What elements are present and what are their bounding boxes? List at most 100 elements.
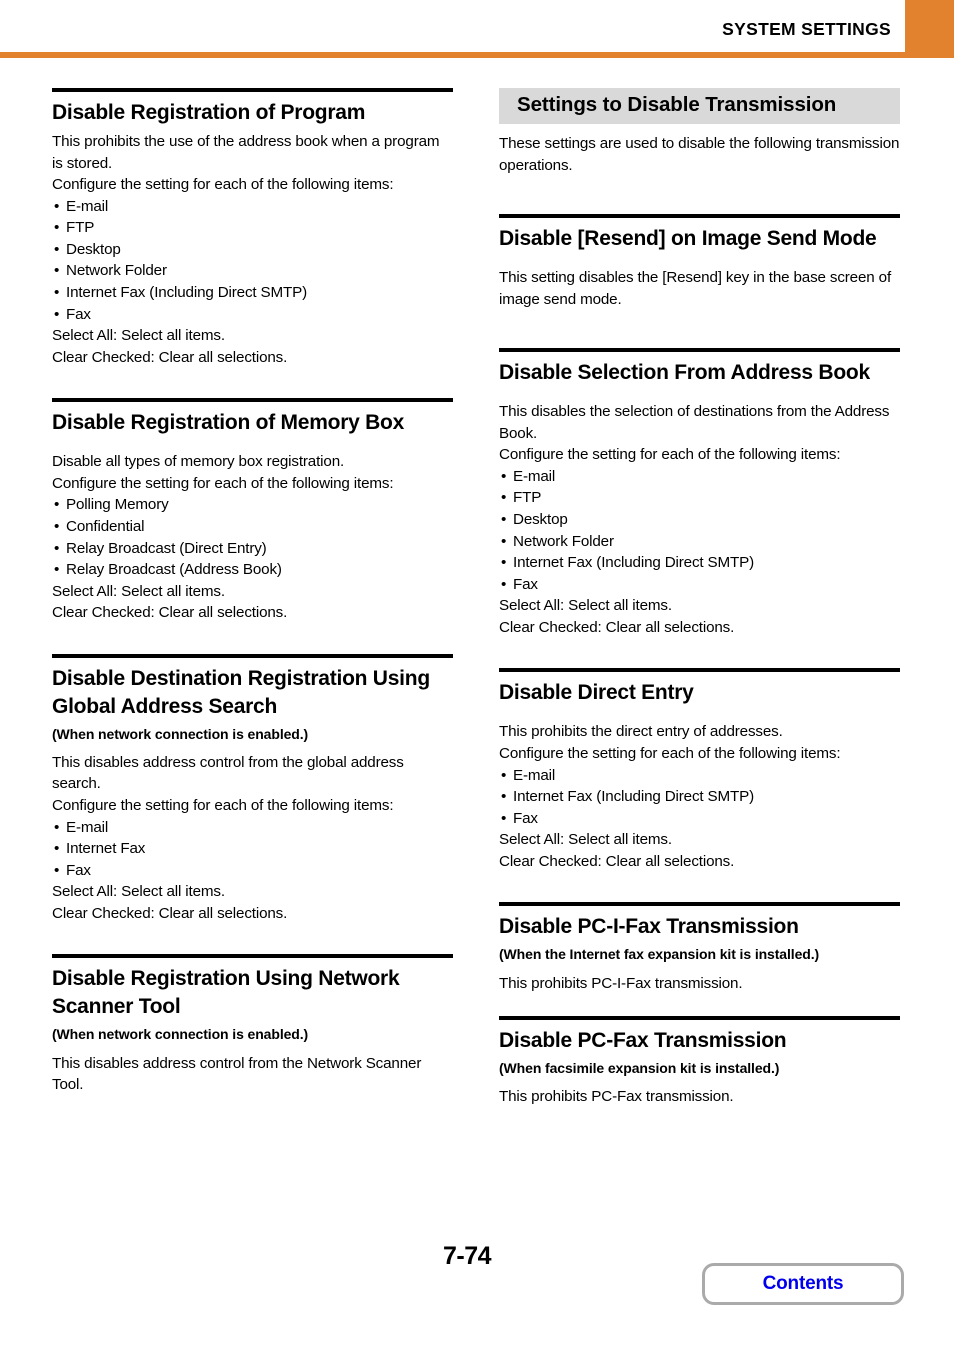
section-bullet-list: E-mail FTP Desktop Network Folder Intern… — [52, 196, 453, 325]
page-number: 7-74 — [443, 1242, 492, 1270]
section-rule — [499, 1016, 900, 1021]
section-heading: Disable PC-Fax Transmission — [499, 1029, 787, 1053]
list-item: Fax — [52, 860, 453, 882]
list-item: Fax — [52, 304, 453, 326]
section-paragraph: Configure the setting for each of the fo… — [52, 176, 394, 194]
section-paragraph: This setting disables the [Resend] key i… — [499, 269, 892, 308]
section-footer-note: Clear Checked: Clear all selections. — [499, 618, 735, 636]
section-paragraph: This disables the selection of destinati… — [499, 403, 890, 442]
heading-gap — [499, 257, 900, 267]
section-disable-direct-entry: Disable Direct Entry This prohibits the … — [499, 668, 900, 872]
section-bullet-list: Polling Memory Confidential Relay Broadc… — [52, 494, 453, 580]
header-accent-rule — [0, 52, 954, 58]
section-footer-note: Select All: Select all items. — [52, 883, 225, 901]
section-paragraph: This disables address control from the g… — [52, 753, 404, 793]
section-paragraph: Disable all types of memory box registra… — [52, 453, 345, 471]
section-rule — [499, 214, 900, 219]
list-item: E-mail — [499, 765, 900, 787]
section-heading: Disable Direct Entry — [499, 681, 694, 705]
heading-gap — [499, 391, 900, 401]
section-paragraph: This prohibits the use of the address bo… — [52, 132, 440, 172]
section-bullet-list: E-mail Internet Fax Fax — [52, 817, 453, 882]
group-banner-title: Settings to Disable Transmission — [517, 93, 837, 116]
section-heading: Disable PC-I-Fax Transmission — [499, 915, 799, 939]
section-disable-resend-on-image-send-mode: Disable [Resend] on Image Send Mode This… — [499, 214, 900, 310]
section-disable-registration-network-scanner-tool: Disable Registration Using Network Scann… — [52, 954, 453, 1095]
contents-button[interactable]: Contents — [702, 1263, 904, 1305]
list-item: E-mail — [499, 466, 900, 488]
section-rule — [52, 398, 453, 403]
list-item: Polling Memory — [52, 494, 453, 516]
section-footer-note: Clear Checked: Clear all selections. — [52, 904, 288, 922]
section-bullet-list: E-mail FTP Desktop Network Folder Intern… — [499, 466, 900, 595]
section-subheading: (When network connection is enabled.) — [52, 725, 309, 742]
list-item: Internet Fax (Including Direct SMTP) — [499, 552, 900, 574]
section-disable-pc-fax-transmission: Disable PC-Fax Transmission (When facsim… — [499, 1016, 900, 1108]
list-item: Fax — [499, 574, 900, 596]
section-disable-registration-of-memory-box: Disable Registration of Memory Box Disab… — [52, 398, 453, 624]
section-footer-note: Clear Checked: Clear all selections. — [52, 348, 288, 366]
section-paragraph: Configure the setting for each of the fo… — [52, 797, 394, 815]
header-accent-tab — [905, 0, 954, 52]
section-bullet-list: E-mail Internet Fax (Including Direct SM… — [499, 765, 900, 830]
list-item: FTP — [52, 217, 453, 239]
list-item: Relay Broadcast (Address Book) — [52, 559, 453, 581]
section-disable-pc-i-fax-transmission: Disable PC-I-Fax Transmission (When the … — [499, 902, 900, 994]
section-heading: Disable Registration of Memory Box — [52, 411, 405, 435]
list-item: Relay Broadcast (Direct Entry) — [52, 538, 453, 560]
section-paragraph: Configure the setting for each of the fo… — [499, 446, 841, 464]
section-rule — [499, 902, 900, 907]
list-item: Internet Fax (Including Direct SMTP) — [499, 786, 900, 808]
group-banner: Settings to Disable Transmission — [499, 88, 900, 124]
list-item: Internet Fax (Including Direct SMTP) — [52, 282, 453, 304]
heading-gap — [499, 711, 900, 721]
section-paragraph: This disables address control from the N… — [52, 1054, 422, 1094]
section-paragraph: Configure the setting for each of the fo… — [52, 474, 394, 492]
section-rule — [52, 88, 453, 92]
section-footer-note: Clear Checked: Clear all selections. — [499, 852, 735, 870]
section-paragraph: This prohibits PC-I-Fax transmission. — [499, 974, 743, 992]
document-page: SYSTEM SETTINGS Disable Registration of … — [0, 0, 954, 1350]
list-item: Internet Fax — [52, 838, 453, 860]
section-footer-note: Select All: Select all items. — [499, 597, 672, 615]
section-rule — [52, 954, 453, 959]
section-paragraph: This prohibits PC-Fax transmission. — [499, 1088, 734, 1106]
list-item: Confidential — [52, 516, 453, 538]
right-column: Settings to Disable Transmission These s… — [499, 88, 900, 1108]
left-column: Disable Registration of Program This pro… — [52, 88, 453, 1096]
section-footer-note: Select All: Select all items. — [52, 582, 225, 600]
page-header: SYSTEM SETTINGS — [0, 0, 954, 58]
section-footer-note: Select All: Select all items. — [52, 327, 225, 345]
list-item: Desktop — [499, 509, 900, 531]
section-subheading: (When facsimile expansion kit is install… — [499, 1060, 780, 1077]
section-rule — [499, 668, 900, 673]
section-paragraph: Configure the setting for each of the fo… — [499, 744, 841, 762]
list-item: E-mail — [52, 196, 453, 218]
section-disable-destination-registration: Disable Destination Registration Using G… — [52, 653, 453, 925]
section-paragraph: This prohibits the direct entry of addre… — [499, 723, 783, 741]
page-title: SYSTEM SETTINGS — [722, 19, 891, 39]
section-heading: Disable Selection From Address Book — [499, 361, 870, 385]
group-intro-paragraph: These settings are used to disable the f… — [499, 134, 900, 174]
section-footer-note: Clear Checked: Clear all selections. — [52, 604, 288, 622]
contents-button-label: Contents — [762, 1273, 844, 1294]
section-heading: Disable Destination Registration Using G… — [52, 666, 430, 718]
list-item: FTP — [499, 487, 900, 509]
section-footer-note: Select All: Select all items. — [499, 831, 672, 849]
section-rule — [499, 348, 900, 353]
list-item: Fax — [499, 808, 900, 830]
page-footer: 7-74 Contents — [0, 1220, 954, 1350]
list-item: Network Folder — [52, 260, 453, 282]
section-disable-selection-from-address-book: Disable Selection From Address Book This… — [499, 348, 900, 638]
list-item: Network Folder — [499, 531, 900, 553]
section-disable-registration-of-program: Disable Registration of Program This pro… — [52, 88, 453, 368]
section-heading: Disable Registration Using Network Scann… — [52, 967, 400, 1019]
list-item: E-mail — [52, 817, 453, 839]
